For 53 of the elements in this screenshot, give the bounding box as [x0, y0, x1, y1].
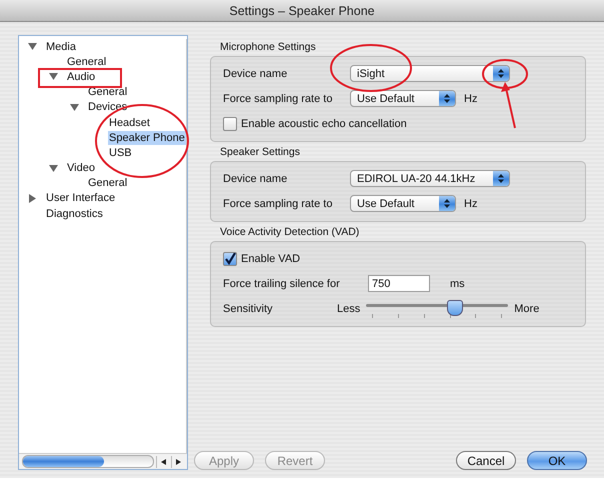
- scroll-thumb[interactable]: [23, 456, 104, 467]
- tree-item[interactable]: Video: [66, 161, 96, 176]
- popup-menu[interactable]: iSight: [350, 65, 510, 82]
- tree-item[interactable]: Media: [45, 40, 77, 54]
- tree-item[interactable]: General: [87, 85, 128, 100]
- dialog-button[interactable]: Cancel: [456, 451, 516, 470]
- checkbox[interactable]: [223, 252, 237, 266]
- horizontal-scrollbar[interactable]: [19, 453, 187, 469]
- tree-item[interactable]: General: [87, 176, 128, 190]
- tree-item[interactable]: Headset: [108, 116, 151, 130]
- tree-item[interactable]: Audio: [66, 70, 96, 84]
- unit-label: Hz: [464, 198, 478, 210]
- stepper-arrows-icon: [439, 91, 455, 106]
- slider-min-label: Less: [337, 302, 360, 314]
- disclosure-triangle-icon[interactable]: [49, 164, 58, 173]
- field-label: Device name: [223, 68, 288, 80]
- checkbox[interactable]: [223, 116, 237, 130]
- annotation-ellipse: [482, 59, 528, 89]
- section-title: Microphone Settings: [220, 41, 316, 53]
- tree-item[interactable]: Speaker Phone: [108, 130, 186, 145]
- popup-menu[interactable]: EDIROL UA-20 44.1kHz: [350, 170, 510, 187]
- checkbox-label: Enable acoustic echo cancellation: [241, 118, 407, 130]
- scroll-left-icon[interactable]: [156, 456, 169, 468]
- window-title: Settings – Speaker Phone: [229, 4, 375, 18]
- slider-max-label: More: [514, 302, 540, 314]
- tree-item[interactable]: USB: [108, 146, 133, 160]
- disclosure-triangle-icon[interactable]: [70, 102, 79, 112]
- disclosure-triangle-icon[interactable]: [28, 42, 37, 52]
- input-field[interactable]: 750: [368, 275, 430, 292]
- field-label: Force trailing silence for: [223, 278, 341, 290]
- slider-thumb[interactable]: [447, 300, 464, 316]
- field-label: Device name: [223, 172, 288, 184]
- popup-menu[interactable]: Use Default: [350, 90, 456, 107]
- stepper-arrows-icon: [493, 171, 509, 186]
- stepper-arrows-icon: [493, 66, 509, 81]
- section-title: Speaker Settings: [220, 146, 300, 158]
- unit-label: Hz: [464, 92, 478, 104]
- field-label: Force sampling rate to: [223, 198, 334, 210]
- section-title: Voice Activity Detection (VAD): [220, 226, 360, 238]
- tree-item[interactable]: General: [66, 54, 108, 69]
- disclosure-triangle-icon[interactable]: [28, 194, 37, 203]
- tree-item[interactable]: User Interface: [45, 191, 116, 206]
- field-label: Force sampling rate to: [223, 92, 334, 104]
- slider-track[interactable]: [366, 300, 508, 318]
- annotation-arrow: [501, 82, 516, 128]
- stepper-arrows-icon: [439, 196, 455, 211]
- unit-label: ms: [450, 278, 465, 290]
- dialog-button[interactable]: OK: [527, 451, 587, 470]
- disclosure-triangle-icon[interactable]: [49, 72, 58, 82]
- checkbox-label: Enable VAD: [241, 252, 300, 264]
- popup-menu[interactable]: Use Default: [350, 195, 456, 212]
- tree-item[interactable]: Diagnostics: [45, 206, 104, 221]
- field-label: Sensitivity: [223, 302, 274, 314]
